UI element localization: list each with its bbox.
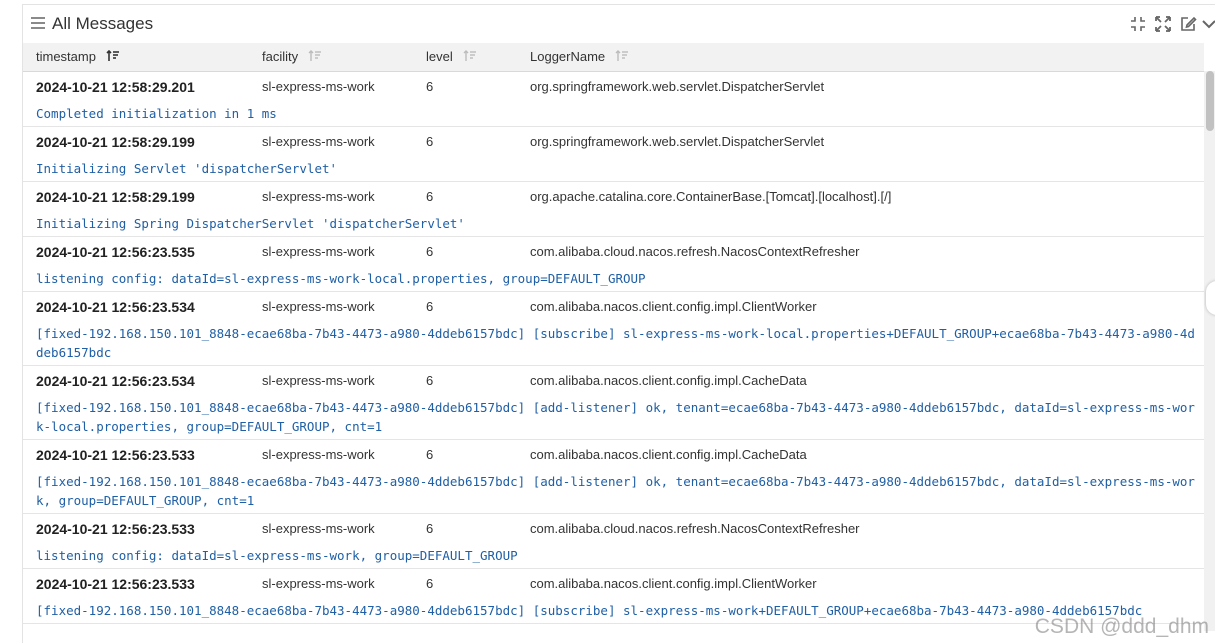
compress-icon[interactable] bbox=[1129, 15, 1147, 33]
message-text: Completed initialization in 1 ms bbox=[36, 106, 277, 121]
table-row[interactable]: 2024-10-21 12:56:23.533 sl-express-ms-wo… bbox=[23, 569, 1204, 624]
page: All Messages timestamp facility level Lo… bbox=[0, 0, 1215, 643]
message-text: listening config: dataId=sl-express-ms-w… bbox=[36, 548, 518, 563]
table-row[interactable]: 2024-10-21 12:58:29.199 sl-express-ms-wo… bbox=[23, 182, 1204, 237]
table-row[interactable]: 2024-10-21 12:56:23.534 sl-express-ms-wo… bbox=[23, 366, 1204, 440]
panel-title: All Messages bbox=[52, 14, 154, 33]
table-row[interactable]: 2024-10-21 12:56:23.533 sl-express-ms-wo… bbox=[23, 514, 1204, 569]
column-header-timestamp[interactable]: timestamp bbox=[36, 43, 120, 71]
message-text: [fixed-192.168.150.101_8848-ecae68ba-7b4… bbox=[36, 326, 1195, 360]
side-handle[interactable] bbox=[1206, 281, 1215, 315]
table-header: timestamp facility level LoggerName bbox=[23, 43, 1204, 72]
table-row[interactable]: 2024-10-21 12:58:29.199 sl-express-ms-wo… bbox=[23, 127, 1204, 182]
panel-header: All Messages bbox=[23, 5, 1215, 43]
messages-table: timestamp facility level LoggerName 2024… bbox=[23, 43, 1204, 643]
messages-panel: All Messages timestamp facility level Lo… bbox=[22, 4, 1215, 643]
sort-icon[interactable] bbox=[106, 44, 120, 72]
message-text: Initializing Servlet 'dispatcherServlet' bbox=[36, 161, 338, 176]
table-body: 2024-10-21 12:58:29.201 sl-express-ms-wo… bbox=[23, 72, 1204, 624]
table-row[interactable]: 2024-10-21 12:58:29.201 sl-express-ms-wo… bbox=[23, 72, 1204, 127]
message-text: listening config: dataId=sl-express-ms-w… bbox=[36, 271, 646, 286]
message-text: [fixed-192.168.150.101_8848-ecae68ba-7b4… bbox=[36, 603, 1143, 618]
edit-icon[interactable] bbox=[1179, 15, 1197, 33]
sort-icon[interactable] bbox=[615, 44, 629, 72]
column-header-level[interactable]: level bbox=[426, 43, 477, 71]
message-text: [fixed-192.168.150.101_8848-ecae68ba-7b4… bbox=[36, 474, 1195, 508]
hamburger-icon[interactable] bbox=[31, 17, 45, 29]
expand-icon[interactable] bbox=[1154, 15, 1172, 33]
scrollbar-thumb[interactable] bbox=[1206, 71, 1214, 131]
vertical-scrollbar[interactable] bbox=[1204, 71, 1215, 631]
sort-icon[interactable] bbox=[308, 44, 322, 72]
message-text: Initializing Spring DispatcherServlet 'd… bbox=[36, 216, 465, 231]
message-text: [fixed-192.168.150.101_8848-ecae68ba-7b4… bbox=[36, 400, 1195, 434]
column-header-facility[interactable]: facility bbox=[262, 43, 322, 71]
column-header-loggername[interactable]: LoggerName bbox=[530, 43, 629, 71]
table-row[interactable]: 2024-10-21 12:56:23.534 sl-express-ms-wo… bbox=[23, 292, 1204, 366]
table-row[interactable]: 2024-10-21 12:56:23.533 sl-express-ms-wo… bbox=[23, 440, 1204, 514]
chevron-down-icon[interactable] bbox=[1200, 15, 1215, 33]
table-row[interactable]: 2024-10-21 12:56:23.535 sl-express-ms-wo… bbox=[23, 237, 1204, 292]
sort-icon[interactable] bbox=[463, 44, 477, 72]
watermark: CSDN @ddd_dhm bbox=[1034, 615, 1209, 638]
